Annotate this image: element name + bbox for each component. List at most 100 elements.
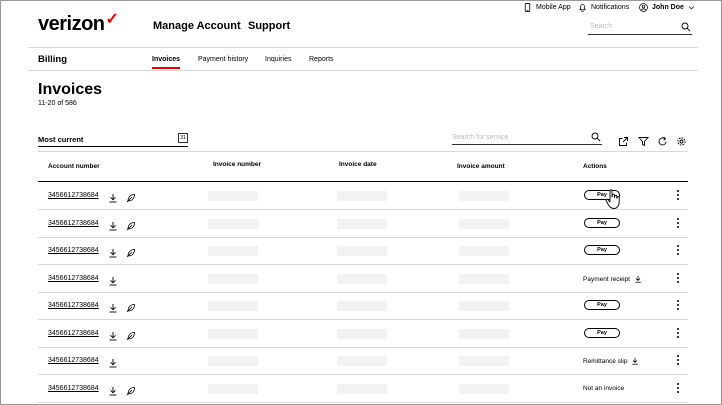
more-options-icon[interactable] bbox=[676, 383, 680, 395]
download-icon bbox=[635, 275, 641, 283]
leaf-icon[interactable] bbox=[126, 328, 136, 341]
account-number-link[interactable]: 3456612738684 bbox=[48, 247, 99, 254]
more-options-icon[interactable] bbox=[676, 300, 680, 312]
table-row[interactable]: 3456612738684 Pay bbox=[38, 320, 688, 348]
more-options-icon[interactable] bbox=[676, 273, 680, 285]
download-icon bbox=[632, 357, 639, 365]
tab-payment-history[interactable]: Payment history bbox=[198, 56, 248, 63]
service-search-input[interactable]: Search for service bbox=[452, 132, 602, 145]
pay-button[interactable]: Pay bbox=[584, 245, 620, 255]
logo-text: verizon bbox=[38, 13, 105, 35]
payment-receipt-label: Payment receipt bbox=[583, 275, 630, 283]
filter-icon[interactable] bbox=[638, 134, 649, 147]
user-menu[interactable]: John Doe bbox=[639, 3, 695, 12]
more-options-icon[interactable] bbox=[676, 245, 680, 257]
download-icon[interactable] bbox=[108, 300, 118, 313]
invoice-date-placeholder bbox=[337, 329, 387, 339]
leaf-icon[interactable] bbox=[126, 300, 136, 313]
sort-dropdown[interactable]: Most current 31 bbox=[38, 132, 188, 147]
column-invoice-amount[interactable]: Invoice amount bbox=[457, 163, 505, 170]
download-icon[interactable] bbox=[108, 328, 118, 341]
account-number-link[interactable]: 3456612738684 bbox=[48, 302, 99, 309]
mobile-app-link[interactable]: Mobile App bbox=[523, 3, 571, 12]
more-options-icon[interactable] bbox=[676, 355, 680, 367]
invoice-amount-placeholder bbox=[459, 274, 509, 284]
tab-inquiries[interactable]: Inquiries bbox=[265, 56, 291, 63]
download-icon[interactable] bbox=[108, 383, 118, 396]
column-actions: Actions bbox=[583, 163, 607, 170]
table-row[interactable]: 3456612738684 Payment receipt bbox=[38, 265, 688, 293]
table-row[interactable]: 3456612738684 Not an invoice bbox=[38, 375, 688, 403]
service-search-placeholder: Search for service bbox=[452, 134, 509, 141]
table-row[interactable]: 3456612738684 Remittance slip bbox=[38, 347, 688, 375]
result-count: 11-20 of 586 bbox=[38, 100, 77, 107]
more-options-icon[interactable] bbox=[676, 190, 680, 202]
download-icon[interactable] bbox=[108, 355, 118, 368]
invoice-date-placeholder bbox=[337, 384, 387, 394]
notifications-link[interactable]: Notifications bbox=[578, 3, 629, 12]
more-options-icon[interactable] bbox=[676, 328, 680, 340]
download-icon[interactable] bbox=[108, 218, 118, 231]
leaf-icon[interactable] bbox=[126, 218, 136, 231]
pay-button[interactable]: Pay bbox=[584, 328, 620, 338]
remittance-slip-label: Remittance slip bbox=[583, 357, 628, 365]
pay-button[interactable]: Pay bbox=[584, 300, 620, 310]
refresh-icon[interactable] bbox=[657, 134, 668, 146]
tab-invoices[interactable]: Invoices bbox=[152, 56, 181, 69]
table-row[interactable]: 3456612738684 Pay bbox=[38, 237, 688, 265]
leaf-icon[interactable] bbox=[126, 383, 136, 396]
invoice-number-placeholder bbox=[208, 356, 258, 366]
account-number-link[interactable]: 3456612738684 bbox=[48, 385, 99, 392]
site-search-placeholder: Search bbox=[590, 23, 613, 30]
leaf-icon[interactable] bbox=[126, 190, 136, 203]
invoice-number-placeholder bbox=[208, 219, 258, 229]
tab-reports[interactable]: Reports bbox=[309, 56, 334, 63]
invoice-number-placeholder bbox=[208, 384, 258, 394]
invoice-amount-placeholder bbox=[459, 329, 509, 339]
bell-icon bbox=[579, 4, 586, 12]
column-invoice-date[interactable]: Invoice date bbox=[339, 161, 377, 168]
site-search-input[interactable]: Search bbox=[588, 22, 692, 35]
invoice-amount-placeholder bbox=[459, 246, 509, 256]
verizon-logo[interactable]: verizon✓ bbox=[38, 11, 119, 36]
chevron-down-icon bbox=[688, 6, 695, 10]
app-window: verizon✓ Manage Account Support Mobile A… bbox=[0, 0, 722, 405]
payment-receipt-link[interactable]: Payment receipt bbox=[583, 275, 642, 283]
invoice-date-placeholder bbox=[337, 274, 387, 284]
table-row[interactable]: 3456612738684 Pay bbox=[38, 292, 688, 320]
not-an-invoice-label: Not an invoice bbox=[583, 385, 625, 392]
column-account-number[interactable]: Account number bbox=[48, 163, 100, 170]
download-icon[interactable] bbox=[108, 190, 118, 203]
account-number-link[interactable]: 3456612738684 bbox=[48, 330, 99, 337]
search-icon[interactable] bbox=[681, 22, 691, 32]
account-number-link[interactable]: 3456612738684 bbox=[48, 192, 99, 199]
remittance-slip-link[interactable]: Remittance slip bbox=[583, 357, 639, 365]
table-row[interactable]: 3456612738684 Pay bbox=[38, 182, 688, 210]
phone-icon bbox=[524, 3, 531, 12]
export-icon[interactable] bbox=[618, 134, 629, 146]
invoice-date-placeholder bbox=[337, 356, 387, 366]
search-icon[interactable] bbox=[591, 132, 601, 142]
account-number-link[interactable]: 3456612738684 bbox=[48, 357, 99, 364]
account-number-link[interactable]: 3456612738684 bbox=[48, 220, 99, 227]
header-divider bbox=[28, 47, 698, 48]
invoice-amount-placeholder bbox=[459, 219, 509, 229]
calendar-icon[interactable]: 31 bbox=[178, 133, 188, 143]
nav-support[interactable]: Support bbox=[248, 20, 290, 32]
invoice-amount-placeholder bbox=[459, 356, 509, 366]
more-options-icon[interactable] bbox=[676, 218, 680, 230]
download-icon[interactable] bbox=[108, 273, 118, 286]
account-number-link[interactable]: 3456612738684 bbox=[48, 275, 99, 282]
mobile-app-label: Mobile App bbox=[536, 4, 571, 11]
notifications-label: Notifications bbox=[591, 4, 630, 11]
hand-cursor-icon bbox=[605, 189, 620, 209]
table-row[interactable]: 3456612738684 Pay bbox=[38, 210, 688, 238]
pay-button[interactable]: Pay bbox=[584, 218, 620, 228]
gear-icon[interactable] bbox=[676, 134, 687, 146]
nav-manage-account[interactable]: Manage Account bbox=[153, 20, 241, 32]
user-name: John Doe bbox=[652, 4, 684, 11]
column-invoice-number[interactable]: Invoice number bbox=[213, 161, 261, 168]
download-icon[interactable] bbox=[108, 245, 118, 258]
leaf-icon[interactable] bbox=[126, 245, 136, 258]
invoice-number-placeholder bbox=[208, 191, 258, 201]
